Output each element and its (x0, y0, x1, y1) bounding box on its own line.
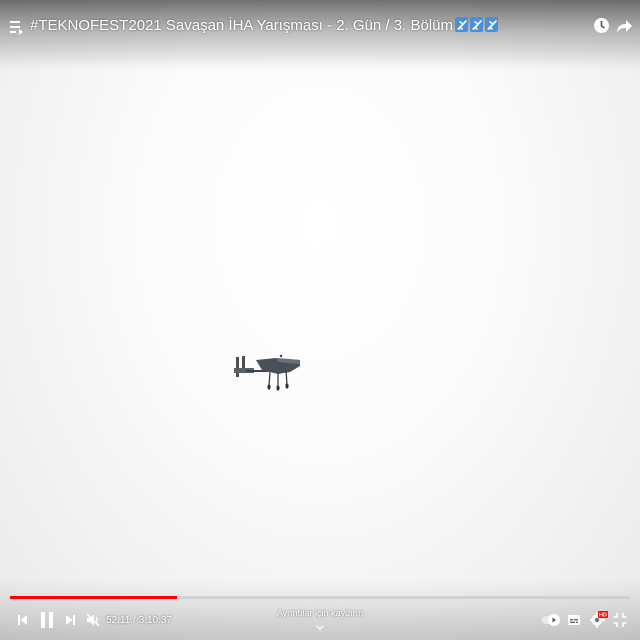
autoplay-toggle-icon[interactable] (541, 613, 561, 627)
hd-badge: HD (599, 613, 607, 619)
captions-icon[interactable] (567, 613, 581, 627)
next-icon[interactable] (65, 614, 76, 626)
drone-aircraft (234, 354, 300, 391)
queue-icon[interactable] (9, 18, 25, 36)
exit-fullscreen-icon[interactable] (613, 612, 627, 628)
clock-icon[interactable] (593, 17, 610, 34)
title-bar: #TEKNOFEST2021 Savaşan İHA Yarışması - 2… (0, 0, 640, 52)
video-player[interactable]: #TEKNOFEST2021 Savaşan İHA Yarışması - 2… (0, 0, 640, 640)
muted-speaker-icon[interactable] (86, 613, 100, 627)
settings-hd-icon[interactable]: HD (590, 610, 608, 630)
share-arrow-icon[interactable] (616, 18, 633, 34)
progress-played (10, 596, 178, 599)
time-display: 52:11 / 3:10:37 (106, 615, 172, 626)
chevron-down-icon[interactable] (315, 624, 325, 632)
airplane-icon (484, 17, 498, 32)
player-controls: 52:11 / 3:10:37 Ayrıntılar için kaydırın (0, 604, 640, 640)
airplane-icon (454, 17, 468, 32)
previous-icon[interactable] (17, 614, 28, 626)
progress-bar[interactable] (10, 596, 630, 599)
pause-icon[interactable] (40, 611, 54, 629)
scroll-details-hint[interactable]: Ayrıntılar için kaydırın (260, 608, 380, 618)
video-frame[interactable] (0, 0, 640, 640)
video-title-text: #TEKNOFEST2021 Savaşan İHA Yarışması - 2… (30, 17, 453, 34)
video-title[interactable]: #TEKNOFEST2021 Savaşan İHA Yarışması - 2… (30, 17, 498, 34)
airplane-icon (469, 17, 483, 32)
